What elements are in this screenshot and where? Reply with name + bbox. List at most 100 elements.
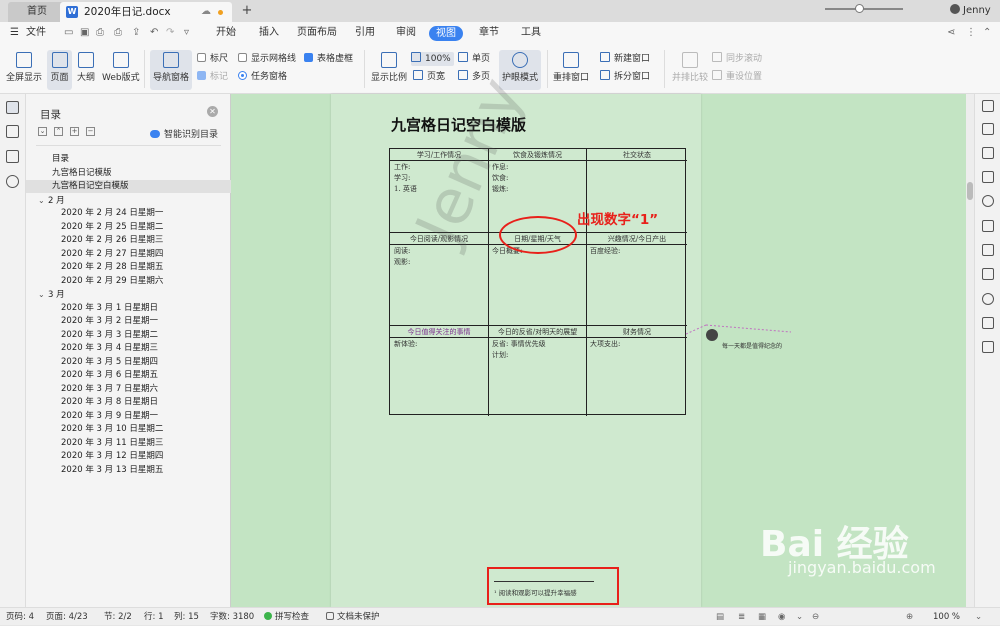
more-dropdown-icon[interactable]: ▿ xyxy=(184,22,189,44)
hamburger-icon[interactable]: ☰ xyxy=(10,22,19,44)
tab-home[interactable]: 首页 xyxy=(8,2,66,22)
outline-button[interactable]: 大纲 xyxy=(77,52,95,83)
page-thumbnails-icon[interactable] xyxy=(6,125,19,138)
toc-item[interactable]: 2020 年 3 月 11 日星期三 xyxy=(26,437,231,450)
cell-body[interactable]: 工作: 学习: 1. 英语 xyxy=(394,162,417,195)
hexagon-icon[interactable] xyxy=(982,195,994,207)
share-icon[interactable]: ⋖ xyxy=(947,22,955,44)
find-icon[interactable] xyxy=(6,175,19,188)
nav-pane-button[interactable]: 导航窗格 xyxy=(150,50,192,90)
chevron-down-icon[interactable]: ⌄ xyxy=(38,194,48,207)
shapes-icon[interactable] xyxy=(982,147,994,159)
doc-protect-button[interactable]: 文档未保护 xyxy=(326,608,380,626)
toc-item[interactable]: 2020 年 2 月 28 日星期五 xyxy=(26,261,231,274)
menu-insert[interactable]: 插入 xyxy=(259,22,279,44)
toc-item[interactable]: 2020 年 2 月 29 日星期六 xyxy=(26,275,231,288)
history-icon[interactable] xyxy=(982,293,994,305)
status-page-count[interactable]: 页面: 4/23 xyxy=(46,608,88,626)
toc-item[interactable]: 2020 年 3 月 4 日星期三 xyxy=(26,342,231,355)
doc-check-icon[interactable] xyxy=(982,317,994,329)
toc-item[interactable]: 九宫格日记空白模版 xyxy=(26,180,231,193)
toc-item[interactable]: ⌄ 3 月 xyxy=(26,288,231,301)
status-word-count[interactable]: 字数: 3180 xyxy=(210,608,254,626)
toc-item[interactable]: 2020 年 3 月 1 日星期日 xyxy=(26,302,231,315)
cell-body[interactable]: 百度经验: xyxy=(590,246,620,257)
add-heading-icon[interactable]: + xyxy=(70,127,79,136)
mark-checkbox[interactable]: 标记 xyxy=(197,70,228,84)
comment-text[interactable]: 每一天都是值得纪念的 xyxy=(722,341,782,350)
toc-item[interactable]: 2020 年 2 月 24 日星期一 xyxy=(26,207,231,220)
toc-icon[interactable] xyxy=(6,101,19,114)
reset-position-button[interactable]: 重设位置 xyxy=(712,70,762,84)
sync-scroll-button[interactable]: 同步滚动 xyxy=(712,52,762,66)
tab-document[interactable]: W 2020年日记.docx ☁ xyxy=(60,2,232,22)
rearrange-window-button[interactable]: 重排窗口 xyxy=(553,52,589,83)
fullscreen-button[interactable]: 全屏显示 xyxy=(6,52,42,83)
page-width-button[interactable]: 页宽 xyxy=(413,70,445,84)
menu-file[interactable]: 文件 xyxy=(26,22,46,44)
remove-heading-icon[interactable]: − xyxy=(86,127,95,136)
web-status-icon[interactable]: ▦ xyxy=(758,608,766,626)
zoom-in-icon[interactable]: ⊕ xyxy=(906,608,913,626)
collapse-all-icon[interactable]: ⌄ xyxy=(38,127,47,136)
toc-item[interactable]: 2020 年 3 月 3 日星期二 xyxy=(26,329,231,342)
close-icon[interactable]: ✕ xyxy=(207,106,218,117)
zoom-slider-knob[interactable] xyxy=(855,4,864,13)
export-icon[interactable]: ⇪ xyxy=(132,22,140,44)
chevron-down-icon[interactable]: ⌄ xyxy=(38,288,48,301)
redo-icon[interactable]: ↷ xyxy=(166,22,174,44)
undo-icon[interactable]: ↶ xyxy=(150,22,158,44)
menu-chapter[interactable]: 章节 xyxy=(479,22,499,44)
toc-item[interactable]: 目录 xyxy=(26,153,231,166)
new-tab-button[interactable]: + xyxy=(240,2,254,20)
menu-review[interactable]: 审阅 xyxy=(396,22,416,44)
user-account[interactable]: Jenny xyxy=(950,3,991,19)
web-layout-button[interactable]: Web版式 xyxy=(102,52,140,83)
menu-layout[interactable]: 页面布局 xyxy=(297,22,337,44)
eye-status-icon[interactable]: ◉ xyxy=(778,608,785,626)
cell-body[interactable]: 阅读: 观影: xyxy=(394,246,410,268)
zoom-out-icon[interactable]: ⊖ xyxy=(812,608,819,626)
save-icon[interactable]: ▣ xyxy=(80,22,89,44)
ruler-checkbox[interactable]: 标尺 xyxy=(197,52,228,66)
tablegrid-checkbox[interactable]: 表格虚框 xyxy=(304,52,353,66)
vertical-scrollbar[interactable] xyxy=(966,94,974,607)
image-icon[interactable] xyxy=(982,341,994,353)
single-page-button[interactable]: 单页 xyxy=(458,52,490,66)
new-window-button[interactable]: 新建窗口 xyxy=(600,52,650,66)
adjust-icon[interactable]: ⌄ xyxy=(796,608,803,626)
cell-body[interactable]: 大项支出: xyxy=(590,339,620,350)
spell-check-button[interactable]: 拼写检查 xyxy=(264,608,309,626)
side-by-side-button[interactable]: 并排比较 xyxy=(672,52,708,83)
cursor-icon[interactable] xyxy=(982,220,994,232)
zoom-dropdown-icon[interactable]: ⌄ xyxy=(975,608,982,626)
document-page[interactable]: 九宫格日记空白模版 学习/工作情况 饮食及锻炼情况 社交状态 工作: 学习: 1… xyxy=(331,67,701,607)
comment-avatar[interactable] xyxy=(706,329,718,341)
zoom-level[interactable]: 100 % xyxy=(933,608,960,626)
menu-view[interactable]: 视图 xyxy=(429,26,463,41)
folder-icon[interactable]: ▭ xyxy=(64,22,73,44)
taskpane-radio[interactable]: 任务窗格 xyxy=(238,70,287,84)
toc-item[interactable]: 2020 年 3 月 5 日星期四 xyxy=(26,356,231,369)
toc-item[interactable]: 2020 年 3 月 6 日星期五 xyxy=(26,369,231,382)
menu-references[interactable]: 引用 xyxy=(355,22,375,44)
settings-sliders-icon[interactable] xyxy=(982,268,994,280)
toc-item[interactable]: 2020 年 3 月 13 日星期五 xyxy=(26,464,231,477)
cloud-icon[interactable]: ☁ xyxy=(201,2,211,22)
toc-item[interactable]: 2020 年 3 月 12 日星期四 xyxy=(26,450,231,463)
toc-item[interactable]: 2020 年 2 月 27 日星期四 xyxy=(26,248,231,261)
gridlines-checkbox[interactable]: 显示网格线 xyxy=(238,52,296,66)
toc-item[interactable]: ⌄ 2 月 xyxy=(26,194,231,207)
page-view-button[interactable]: 页面 xyxy=(47,50,72,90)
doc-icon[interactable] xyxy=(982,171,994,183)
toc-item[interactable]: 2020 年 3 月 2 日星期一 xyxy=(26,315,231,328)
toc-item[interactable]: 九宫格日记模版 xyxy=(26,167,231,180)
toc-item[interactable]: 2020 年 3 月 8 日星期日 xyxy=(26,396,231,409)
more-icon[interactable]: ⋮ xyxy=(966,22,976,44)
collapse-icon[interactable] xyxy=(982,100,994,112)
toc-item[interactable]: 2020 年 2 月 25 日星期二 xyxy=(26,221,231,234)
zoom-100-button[interactable]: 100% xyxy=(411,52,454,66)
page-view-status-icon[interactable]: ▤ xyxy=(716,608,724,626)
print-icon[interactable]: ⎙ xyxy=(114,22,122,44)
split-window-button[interactable]: 拆分窗口 xyxy=(600,70,650,84)
